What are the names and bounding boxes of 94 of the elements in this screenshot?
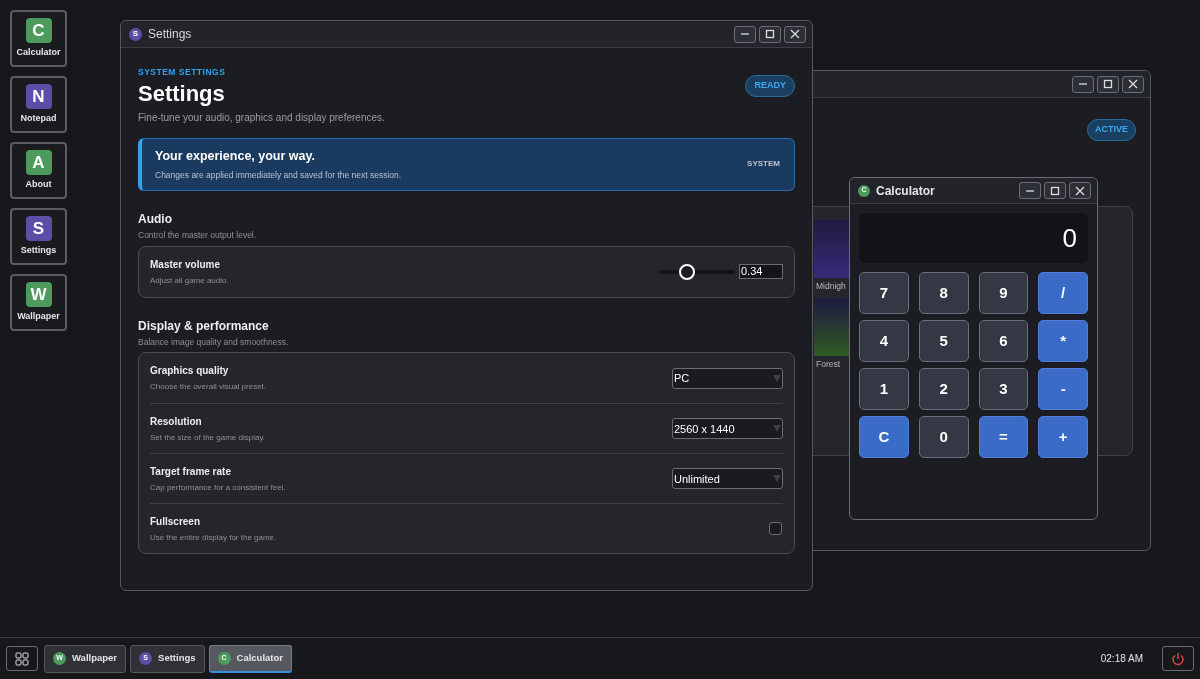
digit-key[interactable]: 3 <box>978 368 1029 410</box>
app-icon: W <box>25 281 52 307</box>
value-field[interactable]: 0.34 <box>739 264 783 279</box>
task-label: Calculator <box>236 650 283 665</box>
window-title: Calculator <box>876 182 936 200</box>
shortcut-label: About <box>25 177 52 191</box>
page-heading: Settings <box>138 79 225 108</box>
status-badge: ACTIVE <box>1087 119 1136 141</box>
desktop-shortcut[interactable]: S Settings <box>10 208 67 265</box>
app-icon: S <box>25 215 52 241</box>
section-subtitle: Balance image quality and smoothness. <box>138 335 290 349</box>
power-icon <box>1171 651 1185 666</box>
close-icon <box>1074 184 1086 197</box>
eyebrow-label: SYSTEM SETTINGS <box>138 66 227 79</box>
caret-icon <box>773 475 781 483</box>
clock: 02:18 AM <box>1100 652 1143 666</box>
digit-key[interactable]: 7 <box>859 272 909 314</box>
maximize-button[interactable] <box>1097 75 1119 93</box>
thumbnail-label: Forest <box>815 358 841 370</box>
setting-description: Set the size of the game display. <box>150 431 267 444</box>
section-subtitle: Control the master output level. <box>138 228 258 242</box>
task-label: Wallpaper <box>72 651 118 666</box>
setting-label: Resolution <box>150 414 203 429</box>
wallpaper-thumbnail[interactable] <box>814 220 849 278</box>
maximize-button[interactable] <box>759 25 781 43</box>
digit-key[interactable]: 5 <box>918 320 969 362</box>
shortcut-label: Settings <box>20 243 57 257</box>
close-button[interactable] <box>1122 75 1144 93</box>
app-icon: N <box>25 83 52 109</box>
app-icon: C <box>25 17 52 43</box>
slider-track[interactable] <box>659 263 735 280</box>
close-button[interactable] <box>784 25 806 43</box>
slider-thumb[interactable] <box>679 263 696 280</box>
setting-label: Master volume <box>150 257 222 272</box>
setting-description: Adjust all game audio. <box>150 274 230 287</box>
section-heading: Display & performance <box>138 317 270 335</box>
digit-key[interactable]: 6 <box>978 320 1029 362</box>
banner-tag: SYSTEM <box>747 158 780 171</box>
checkbox[interactable] <box>769 522 782 536</box>
operator-key[interactable]: * <box>1038 320 1088 362</box>
minimize-button[interactable] <box>734 25 756 43</box>
window-title: Settings <box>148 26 193 43</box>
setting-description: Choose the overall visual preset. <box>150 381 268 394</box>
app-icon: S <box>129 27 142 41</box>
maximize-icon <box>1049 184 1061 197</box>
calculator-display: 0 <box>859 213 1088 263</box>
close-icon <box>789 28 801 40</box>
setting-label: Target frame rate <box>150 464 232 479</box>
maximize-icon <box>764 28 776 40</box>
maximize-icon <box>1102 78 1114 90</box>
shortcut-label: Calculator <box>16 45 61 59</box>
minimize-button[interactable] <box>1019 182 1041 199</box>
caret-icon <box>773 425 781 433</box>
digit-key[interactable]: 0 <box>918 416 969 458</box>
close-icon <box>1127 78 1139 90</box>
power-button[interactable] <box>1162 646 1194 671</box>
digit-key[interactable]: 1 <box>859 368 909 410</box>
desktop-shortcut[interactable]: A About <box>10 142 67 199</box>
digit-key[interactable]: 4 <box>859 320 909 362</box>
maximize-button[interactable] <box>1044 182 1066 199</box>
page-subtitle: Fine-tune your audio, graphics and display preferences. <box>138 110 386 125</box>
desktop-shortcut[interactable]: N Notepad <box>10 76 67 133</box>
section-heading: Audio <box>138 210 173 228</box>
wallpaper-thumbnail[interactable] <box>814 298 849 356</box>
shortcut-label: Wallpaper <box>17 309 60 323</box>
minimize-button[interactable] <box>1072 75 1094 93</box>
task-label: Settings <box>158 651 196 666</box>
grid-icon <box>15 651 29 666</box>
digit-key[interactable]: 8 <box>918 272 969 314</box>
thumbnail-label: Midnigh <box>815 280 846 292</box>
setting-description: Use the entire display for the game. <box>150 531 278 544</box>
dropdown[interactable]: PC <box>672 367 783 389</box>
operator-key[interactable]: / <box>1038 272 1088 314</box>
operator-key[interactable]: - <box>1038 368 1088 410</box>
shortcut-label: Notepad <box>20 111 57 125</box>
caret-icon <box>773 374 781 382</box>
app-icon: A <box>25 149 52 175</box>
operator-key[interactable]: + <box>1038 416 1088 458</box>
setting-label: Graphics quality <box>150 364 230 379</box>
banner-text: Changes are applied immediately and saved for the next session. <box>155 168 403 182</box>
desktop-shortcut[interactable]: W Wallpaper <box>10 274 67 331</box>
dropdown[interactable]: 2560 x 1440 <box>672 418 783 440</box>
equals-key[interactable]: = <box>978 416 1029 458</box>
status-badge: READY <box>745 75 795 97</box>
setting-description: Cap performance for a consistent feel. <box>150 481 287 494</box>
setting-label: Fullscreen <box>150 514 202 529</box>
dropdown[interactable]: Unlimited <box>672 468 783 490</box>
digit-key[interactable]: 9 <box>978 272 1029 314</box>
desktop-shortcut[interactable]: C Calculator <box>10 10 67 67</box>
clear-key[interactable]: C <box>859 416 909 458</box>
digit-key[interactable]: 2 <box>918 368 969 410</box>
close-button[interactable] <box>1069 182 1091 199</box>
banner-title: Your experience, your way. <box>155 148 317 165</box>
start-button[interactable] <box>6 646 38 671</box>
